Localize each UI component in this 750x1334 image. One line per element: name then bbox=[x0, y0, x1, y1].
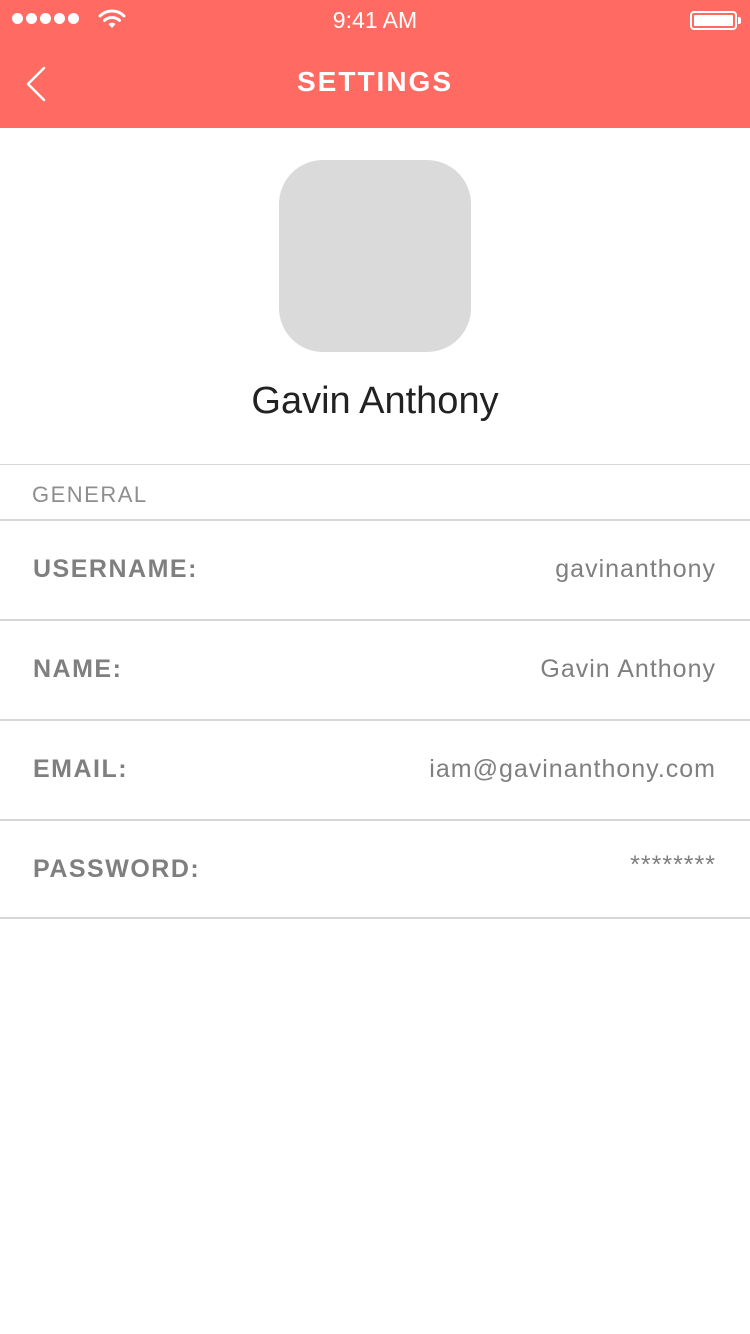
field-label: EMAIL: bbox=[33, 755, 129, 783]
field-row-email[interactable]: EMAIL: iam@gavinanthony.com bbox=[0, 721, 750, 821]
field-label: NAME: bbox=[33, 655, 123, 683]
nav-header: 9:41 AM SETTINGS bbox=[0, 0, 750, 128]
battery-icon bbox=[690, 11, 737, 30]
profile-section: Gavin Anthony bbox=[0, 128, 750, 465]
profile-name: Gavin Anthony bbox=[251, 380, 499, 422]
field-value: ******** bbox=[630, 851, 716, 879]
field-label: PASSWORD: bbox=[33, 855, 201, 883]
section-header-general: GENERAL bbox=[0, 464, 750, 521]
avatar[interactable] bbox=[279, 160, 471, 352]
section-title: GENERAL bbox=[32, 482, 148, 507]
field-label: USERNAME: bbox=[33, 555, 198, 583]
status-bar: 9:41 AM bbox=[0, 0, 750, 40]
page-title: SETTINGS bbox=[296, 66, 453, 97]
status-time: 9:41 AM bbox=[332, 7, 418, 33]
field-value: gavinanthony bbox=[555, 555, 716, 583]
field-value: iam@gavinanthony.com bbox=[429, 755, 716, 783]
field-row-username[interactable]: USERNAME: gavinanthony bbox=[0, 521, 750, 621]
field-row-name[interactable]: NAME: Gavin Anthony bbox=[0, 621, 750, 721]
field-value: Gavin Anthony bbox=[540, 655, 716, 683]
battery-tip bbox=[738, 17, 741, 24]
field-row-password[interactable]: PASSWORD: ******** bbox=[0, 821, 750, 919]
